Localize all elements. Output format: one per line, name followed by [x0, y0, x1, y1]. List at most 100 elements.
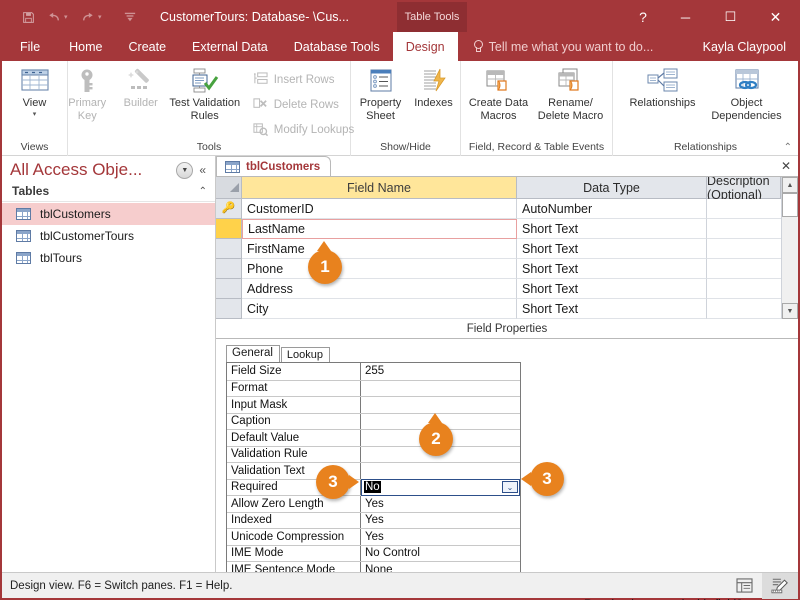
undo-dropdown-icon[interactable]: ▾	[64, 13, 74, 21]
property-value[interactable]: 255	[361, 363, 520, 380]
undo-icon[interactable]	[42, 6, 66, 28]
cell-field-name[interactable]: Phone	[242, 259, 517, 279]
chevron-up-icon[interactable]: ⌃	[199, 186, 207, 197]
chevron-down-icon[interactable]: ▾	[33, 111, 37, 119]
sidebar-item-tblcustomers[interactable]: tblCustomers	[2, 203, 215, 225]
property-value[interactable]	[361, 381, 520, 397]
row-selector[interactable]	[216, 279, 242, 299]
tab-create[interactable]: Create	[116, 32, 180, 61]
property-row-ime-mode[interactable]: IME Mode No Control	[227, 544, 520, 562]
property-value[interactable]	[361, 463, 520, 479]
cell-data-type[interactable]: Short Text	[517, 239, 707, 259]
redo-dropdown-icon[interactable]: ▾	[98, 13, 108, 21]
customize-quick-access-icon[interactable]	[118, 6, 142, 28]
collapse-navigation-pane-icon[interactable]: «	[199, 163, 209, 177]
test-validation-rules-button[interactable]: Test Validation Rules	[167, 66, 243, 122]
cell-field-name[interactable]: FirstName	[242, 239, 517, 259]
property-row-format[interactable]: Format	[227, 379, 520, 397]
object-dependencies-button[interactable]: Object Dependencies	[704, 66, 790, 122]
table-row[interactable]: Address Short Text	[216, 279, 781, 299]
property-sheet-button[interactable]: Property Sheet	[353, 66, 409, 122]
grid-corner-selector[interactable]	[216, 177, 242, 199]
property-row-input-mask[interactable]: Input Mask	[227, 396, 520, 413]
cell-description[interactable]	[707, 219, 781, 239]
property-row-allow-zero-length[interactable]: Allow Zero Length Yes	[227, 495, 520, 512]
tab-external-data[interactable]: External Data	[179, 32, 281, 61]
cell-field-name[interactable]: City	[242, 299, 517, 319]
navigation-group-tables[interactable]: Tables ⌃	[2, 182, 215, 202]
property-value[interactable]: No Control	[361, 546, 520, 562]
column-header-description[interactable]: Description (Optional)	[707, 174, 781, 202]
table-row[interactable]: 🔑 CustomerID AutoNumber	[216, 199, 781, 219]
cell-field-name[interactable]: CustomerID	[242, 199, 517, 219]
property-row-caption[interactable]: Caption	[227, 412, 520, 429]
close-button[interactable]: ✕	[753, 2, 798, 32]
table-row[interactable]: FirstName Short Text	[216, 239, 781, 259]
property-row-default-value[interactable]: Default Value	[227, 429, 520, 446]
column-header-field-name[interactable]: Field Name	[242, 177, 517, 199]
datasheet-view-button[interactable]	[726, 573, 762, 599]
tab-design[interactable]: Design	[392, 32, 458, 61]
cell-data-type[interactable]: Short Text	[517, 219, 707, 239]
cell-description[interactable]	[707, 199, 781, 219]
column-header-data-type[interactable]: Data Type	[517, 177, 707, 199]
tab-lookup[interactable]: Lookup	[280, 347, 331, 362]
cell-field-name[interactable]: LastName	[242, 219, 517, 239]
chevron-down-icon[interactable]: ▼	[176, 161, 194, 179]
cell-description[interactable]	[707, 239, 781, 259]
table-row[interactable]: Phone Short Text	[216, 259, 781, 279]
table-row[interactable]: LastName Short Text	[216, 219, 781, 239]
document-tab-tblcustomers[interactable]: tblCustomers	[216, 156, 332, 176]
design-view-button[interactable]	[762, 572, 798, 599]
cell-data-type[interactable]: Short Text	[517, 259, 707, 279]
scroll-up-button[interactable]: ▲	[782, 177, 798, 193]
close-document-icon[interactable]: ✕	[781, 159, 791, 173]
rename-delete-macro-button[interactable]: Rename/ Delete Macro	[533, 66, 609, 122]
maximize-button[interactable]: ☐	[708, 2, 753, 32]
property-value[interactable]	[361, 397, 520, 413]
property-value[interactable]: Yes	[361, 513, 520, 529]
tab-file[interactable]: File	[2, 32, 56, 61]
grid-vertical-scrollbar[interactable]: ▲ ▼	[781, 177, 798, 319]
sidebar-item-tbltours[interactable]: tblTours	[2, 247, 215, 269]
tell-me-search[interactable]: Tell me what you want to do...	[458, 32, 653, 61]
cell-description[interactable]	[707, 279, 781, 299]
scroll-down-button[interactable]: ▼	[782, 303, 798, 319]
chevron-down-icon[interactable]: ⌄	[502, 481, 518, 493]
row-selector-primary-key[interactable]: 🔑	[216, 199, 242, 219]
required-combobox[interactable]: No ⌄	[361, 479, 520, 496]
property-value[interactable]: Yes	[361, 529, 520, 545]
row-selector[interactable]	[216, 259, 242, 279]
table-row[interactable]: City Short Text	[216, 299, 781, 319]
cell-description[interactable]	[707, 259, 781, 279]
property-value[interactable]: Yes	[361, 496, 520, 512]
property-row-unicode-compression[interactable]: Unicode Compression Yes	[227, 528, 520, 545]
redo-icon[interactable]	[76, 6, 100, 28]
collapse-ribbon-button[interactable]: ⌃	[784, 142, 792, 153]
scrollbar-thumb[interactable]	[782, 193, 798, 217]
cell-data-type[interactable]: AutoNumber	[517, 199, 707, 219]
sidebar-item-tblcustomertours[interactable]: tblCustomerTours	[2, 225, 215, 247]
cell-data-type[interactable]: Short Text	[517, 299, 707, 319]
property-row-required[interactable]: Required No ⌄	[227, 478, 520, 496]
relationships-button[interactable]: Relationships	[622, 66, 704, 110]
row-selector[interactable]	[216, 239, 242, 259]
tab-home[interactable]: Home	[56, 32, 115, 61]
property-row-field-size[interactable]: Field Size 255	[227, 363, 520, 380]
create-data-macros-button[interactable]: Create Data Macros	[465, 66, 533, 122]
property-row-validation-rule[interactable]: Validation Rule	[227, 445, 520, 462]
property-row-indexed[interactable]: Indexed Yes	[227, 511, 520, 529]
row-selector-current[interactable]	[216, 219, 242, 239]
indexes-button[interactable]: Indexes	[409, 66, 459, 110]
cell-data-type[interactable]: Short Text	[517, 279, 707, 299]
cell-field-name[interactable]: Address	[242, 279, 517, 299]
save-icon[interactable]	[16, 6, 40, 28]
user-account-label[interactable]: Kayla Claypool	[703, 32, 786, 61]
row-selector[interactable]	[216, 299, 242, 319]
help-button[interactable]: ?	[623, 2, 663, 32]
cell-description[interactable]	[707, 299, 781, 319]
tab-general[interactable]: General	[226, 345, 280, 362]
minimize-button[interactable]: ─	[663, 2, 708, 32]
view-button[interactable]: View ▾	[4, 66, 66, 119]
property-row-validation-text[interactable]: Validation Text	[227, 462, 520, 479]
